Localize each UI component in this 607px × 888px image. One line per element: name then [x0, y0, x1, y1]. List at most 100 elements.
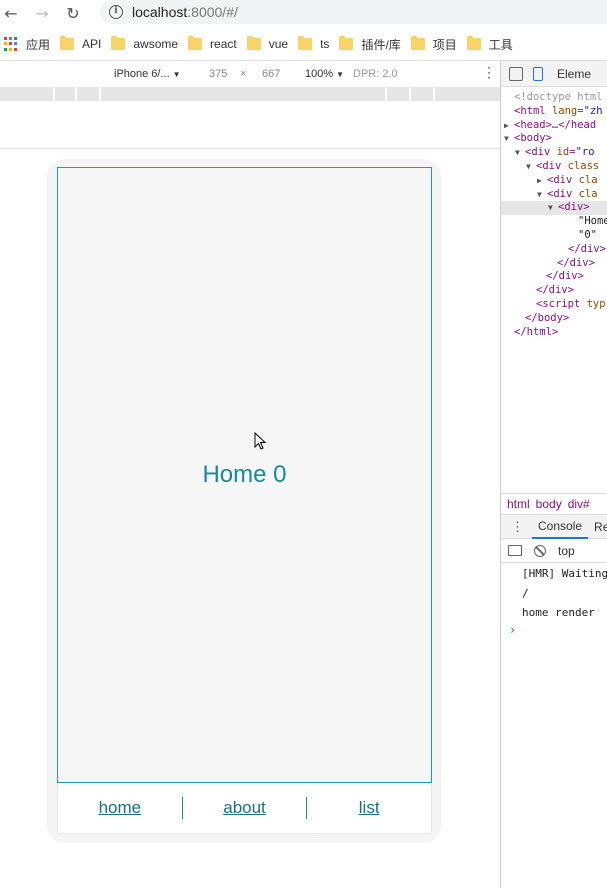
dom-node[interactable]: </div>	[501, 257, 607, 271]
devtools-tabbar: Eleme	[501, 61, 607, 87]
viewport-height-input[interactable]: 667	[262, 68, 280, 80]
console-message: /	[522, 586, 529, 600]
dpr-select[interactable]: DPR: 2.0	[353, 68, 398, 80]
bookmark-label: 工具	[488, 37, 513, 52]
dom-node[interactable]: ▼ <body>	[501, 132, 607, 146]
address-bar[interactable]: i localhost:8000/#/	[100, 0, 607, 24]
bookmark-projects[interactable]: 项目	[410, 36, 457, 53]
url-host: localhost	[132, 4, 188, 20]
ruler-spacer	[0, 101, 500, 148]
console-message: home render	[522, 606, 595, 619]
url-text: localhost:8000/#/	[132, 4, 238, 20]
bookmark-label: 应用	[26, 37, 51, 52]
tab-rendering[interactable]: Re	[594, 520, 607, 534]
drawer-menu-icon[interactable]: ⋮	[511, 519, 524, 535]
context-select[interactable]: top	[558, 544, 575, 558]
bookmark-label: API	[82, 37, 102, 51]
dom-node[interactable]: </html>	[501, 326, 607, 340]
breadcrumb-body[interactable]: body	[536, 497, 562, 511]
folder-icon	[60, 36, 75, 50]
bottom-tab-bar: home about list	[57, 783, 432, 834]
console-toolbar: top	[501, 539, 607, 563]
device-toggle-icon[interactable]	[533, 66, 543, 81]
bookmark-api[interactable]: API	[60, 36, 102, 51]
info-icon[interactable]: i	[109, 5, 123, 19]
bookmark-label: ts	[320, 37, 330, 51]
console-prompt-icon[interactable]: ›	[501, 623, 607, 637]
bookmark-label: 项目	[432, 37, 457, 52]
zoom-label: 100%	[305, 68, 334, 80]
forward-icon[interactable]: →	[31, 2, 53, 24]
dom-node[interactable]: ▼ <div cla	[501, 188, 607, 202]
bookmark-vue[interactable]: vue	[246, 36, 289, 51]
zoom-select[interactable]: 100% ▼	[305, 68, 344, 80]
bookmark-tools[interactable]: 工具	[466, 36, 513, 53]
dom-node[interactable]: ▼ <div id="ro	[501, 146, 607, 160]
url-path: :8000/#/	[187, 4, 238, 20]
bookmark-label: 插件/库	[361, 37, 401, 52]
console-message: [HMR] Waiting	[522, 567, 607, 580]
mouse-cursor-icon	[254, 432, 266, 450]
dom-node[interactable]: <html lang="zh	[501, 105, 607, 119]
bookmark-label: vue	[268, 37, 289, 51]
viewport-area: Home 0 home about list	[0, 149, 500, 888]
bookmarks-bar: 应用 API awsome react vue ts 插件/库 项目 工具	[0, 30, 607, 58]
dom-node[interactable]: </div>	[501, 243, 607, 257]
inspect-element-icon[interactable]	[509, 66, 523, 81]
apps-grid-icon[interactable]	[4, 37, 18, 51]
dom-text-node[interactable]: "Home	[501, 215, 607, 229]
device-select[interactable]: iPhone 6/... ▼	[114, 68, 181, 80]
bookmark-label: react	[210, 37, 237, 51]
viewport-width-input[interactable]: 375	[209, 68, 227, 80]
dom-node[interactable]: ▼ <div class	[501, 160, 607, 174]
breadcrumb-html[interactable]: html	[507, 497, 530, 511]
device-label: iPhone 6/...	[114, 68, 170, 80]
tab-about[interactable]: about	[183, 798, 307, 818]
browser-window: ← → ↻ i localhost:8000/#/ 应用 API awsome …	[0, 0, 607, 888]
folder-icon	[246, 36, 261, 50]
bookmark-plugins[interactable]: 插件/库	[339, 36, 401, 53]
bookmark-awsome[interactable]: awsome	[111, 36, 179, 51]
sidebar-toggle-icon[interactable]	[508, 545, 522, 556]
bookmark-label: awsome	[133, 37, 179, 51]
home-page: Home 0	[57, 167, 432, 783]
dom-node[interactable]: </body>	[501, 312, 607, 326]
breadcrumb: html body div#	[501, 493, 607, 515]
bookmark-apps[interactable]: 应用	[26, 36, 50, 53]
folder-icon	[339, 36, 354, 50]
devtools-panel: Eleme <!doctype html <html lang="zh ▶ <he…	[500, 61, 607, 888]
bookmark-react[interactable]: react	[188, 36, 237, 51]
folder-icon	[188, 36, 203, 50]
tab-console[interactable]: Console	[532, 515, 589, 539]
caret-down-icon: ▼	[336, 70, 345, 79]
console-messages: [HMR] Waiting / home render ›	[501, 564, 607, 637]
tab-list[interactable]: list	[307, 798, 431, 818]
folder-icon	[298, 36, 313, 50]
back-icon[interactable]: ←	[0, 2, 22, 24]
dom-node-selected[interactable]: ▼ <div>	[501, 201, 607, 216]
tab-elements[interactable]: Eleme	[557, 67, 591, 81]
dom-node[interactable]: <script typ	[501, 298, 607, 312]
dom-tree: <!doctype html <html lang="zh ▶ <head>…</…	[501, 91, 607, 339]
dom-node[interactable]: <!doctype html	[501, 91, 607, 105]
media-query-ruler[interactable]	[0, 87, 500, 101]
bookmark-ts[interactable]: ts	[298, 36, 330, 51]
dom-node[interactable]: ▶ <head>…</head	[501, 119, 607, 133]
home-title: Home 0	[202, 461, 287, 488]
dom-node[interactable]: </div>	[501, 270, 607, 284]
breadcrumb-div[interactable]: div#	[568, 497, 590, 511]
dom-node[interactable]: ▶ <div cla	[501, 174, 607, 188]
more-options-icon[interactable]: ⋮	[482, 65, 496, 79]
folder-icon	[466, 36, 481, 50]
folder-icon	[410, 36, 425, 50]
dom-text-node[interactable]: "0"	[501, 229, 607, 243]
browser-toolbar: ← → ↻ i localhost:8000/#/	[0, 0, 607, 26]
clear-console-icon[interactable]	[534, 544, 546, 557]
reload-icon[interactable]: ↻	[62, 2, 84, 24]
device-screen: Home 0 home about list	[57, 167, 432, 834]
dimension-separator: ×	[240, 68, 247, 80]
device-toolbar: iPhone 6/... ▼ 375 × 667 100% ▼ DPR: 2.0 ⋮	[0, 61, 500, 87]
dom-node[interactable]: </div>	[501, 284, 607, 298]
tab-home[interactable]: home	[58, 798, 182, 818]
folder-icon	[111, 36, 126, 50]
